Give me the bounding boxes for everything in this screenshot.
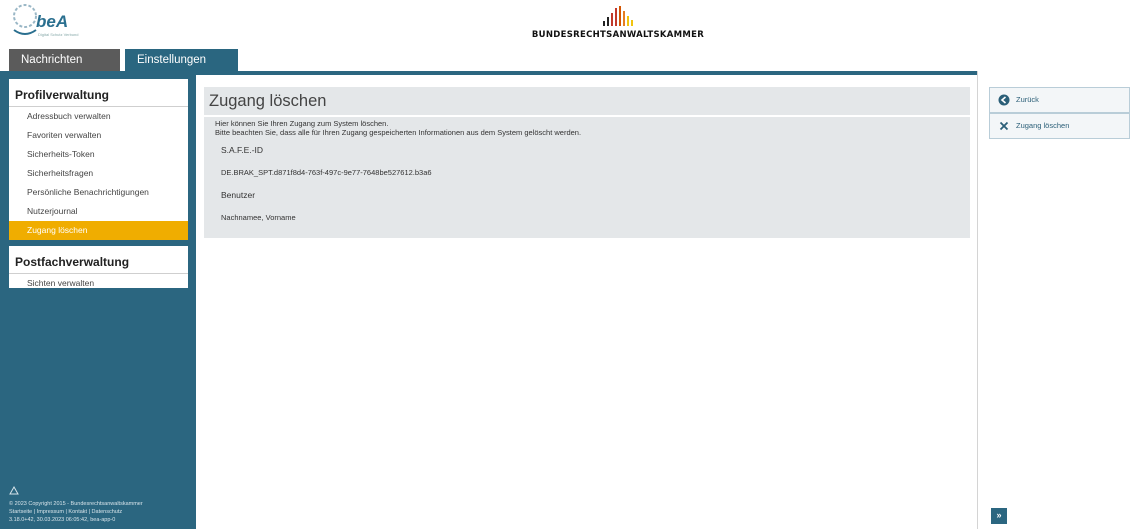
sidebar-item-adressbuch[interactable]: Adressbuch verwalten xyxy=(9,107,188,126)
main-content: Zugang löschen Hier können Sie Ihren Zug… xyxy=(204,87,970,238)
logo-subtitle: Digital Schutz Verbund xyxy=(38,32,79,37)
main-tabs: Nachrichten Einstellungen xyxy=(9,49,238,71)
close-icon xyxy=(999,121,1009,131)
content-box: Hier können Sie Ihren Zugang zum System … xyxy=(204,117,970,238)
brak-bars-icon xyxy=(528,6,708,26)
footer: © 2023 Copyright 2015 - Bundesrechtsanwa… xyxy=(9,485,143,524)
safe-id-value: DE.BRAK_SPT.d871f8d4-763f-497c-9e77-7648… xyxy=(221,168,432,177)
footer-copyright: © 2023 Copyright 2015 - Bundesrechtsanwa… xyxy=(9,501,143,507)
postfach-heading: Postfachverwaltung xyxy=(9,246,188,274)
header: beA Digital Schutz Verbund BUNDESRECHTSA… xyxy=(0,0,1131,48)
page-title: Zugang löschen xyxy=(204,87,970,115)
profile-group: Profilverwaltung Adressbuch verwalten Fa… xyxy=(9,79,188,240)
sidebar-item-sichten[interactable]: Sichten verwalten xyxy=(9,274,188,293)
sidebar-item-favoriten[interactable]: Favoriten verwalten xyxy=(9,126,188,145)
back-label: Zurück xyxy=(1016,95,1039,104)
delete-account-button[interactable]: Zugang löschen xyxy=(989,113,1130,139)
delete-label: Zugang löschen xyxy=(1016,121,1070,130)
footer-links[interactable]: Startseite | Impressum | Kontakt | Daten… xyxy=(9,508,143,516)
sidebar: Profilverwaltung Adressbuch verwalten Fa… xyxy=(0,71,196,529)
safe-id-label: S.A.F.E.-ID xyxy=(221,145,264,155)
bea-logo[interactable]: beA Digital Schutz Verbund xyxy=(10,4,80,40)
tab-nachrichten[interactable]: Nachrichten xyxy=(9,49,120,71)
user-label: Benutzer xyxy=(221,190,256,200)
logo-text: beA xyxy=(36,12,69,31)
description-line-2: Bitte beachten Sie, dass alle für Ihren … xyxy=(215,128,582,137)
brak-logo: BUNDESRECHTSANWALTSKAMMER xyxy=(528,6,708,40)
tab-einstellungen[interactable]: Einstellungen xyxy=(125,49,238,71)
footer-version: 3.18.0+42, 30.03.2023 06:05:42, bea-app-… xyxy=(9,517,116,523)
sidebar-item-benachrichtigungen[interactable]: Persönliche Benachrichtigungen xyxy=(9,183,188,202)
sidebar-item-zugang-loeschen[interactable]: Zugang löschen xyxy=(9,221,188,240)
sidebar-item-sicherheits-token[interactable]: Sicherheits-Token xyxy=(9,145,188,164)
postfach-group: Postfachverwaltung Sichten verwalten xyxy=(9,246,188,288)
description-line-1: Hier können Sie Ihren Zugang zum System … xyxy=(215,119,389,128)
brak-footer-icon xyxy=(9,485,19,495)
action-panel: Zurück Zugang löschen » xyxy=(977,71,1131,529)
back-button[interactable]: Zurück xyxy=(989,87,1130,113)
sidebar-item-sicherheitsfragen[interactable]: Sicherheitsfragen xyxy=(9,164,188,183)
expand-panel-button[interactable]: » xyxy=(991,508,1007,524)
user-value: Nachnamee, Vorname xyxy=(221,213,296,222)
sidebar-item-nutzerjournal[interactable]: Nutzerjournal xyxy=(9,202,188,221)
arrow-left-circle-icon xyxy=(998,94,1010,106)
profile-heading: Profilverwaltung xyxy=(9,79,188,107)
org-name: BUNDESRECHTSANWALTSKAMMER xyxy=(531,30,705,40)
